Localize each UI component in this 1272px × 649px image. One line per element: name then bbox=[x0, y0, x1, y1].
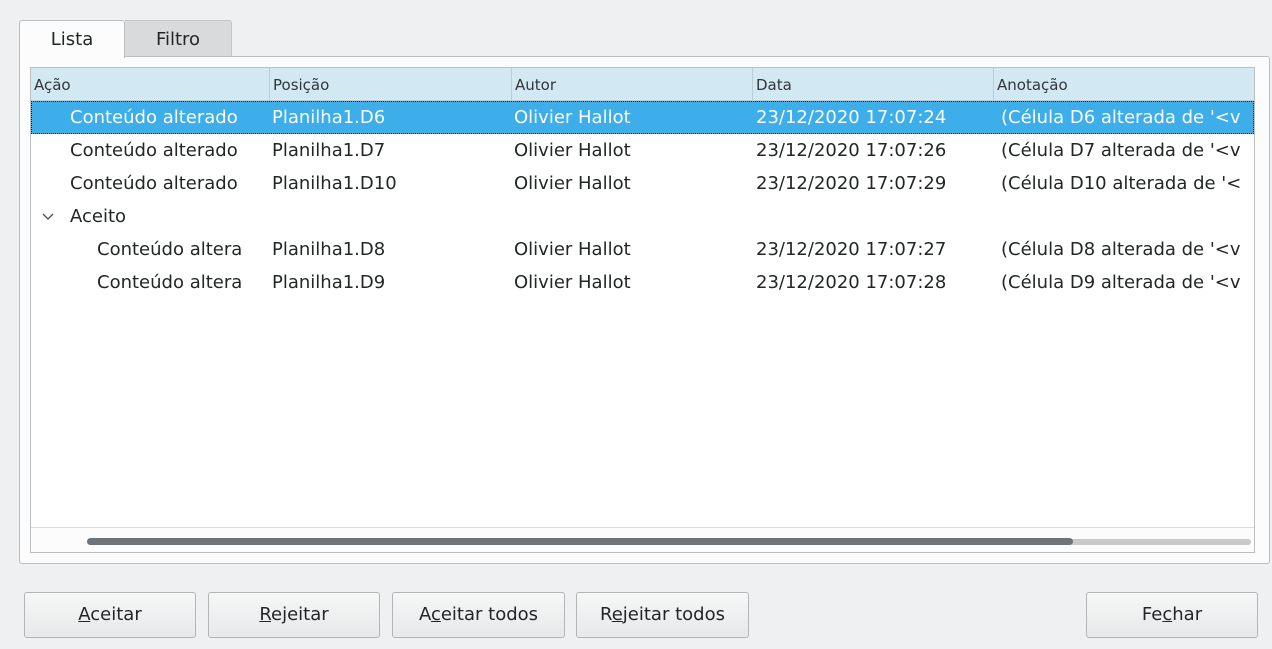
cell-action: Conteúdo altera bbox=[97, 239, 243, 260]
accept-label-rest: ceitar bbox=[90, 604, 142, 625]
cell-author: Olivier Hallot bbox=[514, 239, 631, 260]
table-row[interactable]: Conteúdo alterado Planilha1.D6 Olivier H… bbox=[31, 101, 1254, 134]
horizontal-scrollbar[interactable] bbox=[31, 527, 1254, 552]
tab-lista[interactable]: Lista bbox=[19, 20, 125, 58]
cell-position: Planilha1.D10 bbox=[272, 173, 397, 194]
table-row[interactable]: Conteúdo alterado Planilha1.D7 Olivier H… bbox=[31, 134, 1254, 167]
cell-comment: (Célula D6 alterada de '<v bbox=[1001, 107, 1241, 128]
table-row[interactable]: Conteúdo altera Planilha1.D9 Olivier Hal… bbox=[31, 266, 1254, 299]
accept-button[interactable]: Aceitar bbox=[24, 592, 196, 638]
cell-author: Olivier Hallot bbox=[514, 272, 631, 293]
cell-action: Conteúdo alterado bbox=[70, 140, 238, 161]
cell-action: Conteúdo alterado bbox=[70, 107, 238, 128]
cell-action: Conteúdo alterado bbox=[70, 173, 238, 194]
close-button[interactable]: Fechar bbox=[1086, 592, 1258, 638]
column-header-posicao[interactable]: Posição bbox=[270, 68, 512, 100]
cell-comment: (Célula D8 alterada de '<v bbox=[1001, 239, 1241, 260]
group-label: Aceito bbox=[70, 206, 127, 227]
reject-all-button[interactable]: Rejeitar todos bbox=[576, 592, 749, 638]
cell-position: Planilha1.D8 bbox=[272, 239, 386, 260]
reject-label-rest: ejeitar bbox=[271, 604, 329, 625]
column-header-acao[interactable]: Ação bbox=[31, 68, 270, 100]
tab-page-lista: Ação Posição Autor Data Anotação Conteúd… bbox=[19, 56, 1270, 564]
reject-all-label-rest: jeitar todos bbox=[622, 604, 725, 625]
cell-date: 23/12/2020 17:07:26 bbox=[756, 140, 947, 161]
cell-comment: (Célula D9 alterada de '<v bbox=[1001, 272, 1241, 293]
table-row[interactable]: Conteúdo alterado Planilha1.D10 Olivier … bbox=[31, 167, 1254, 200]
accept-all-label-rest: eitar todos bbox=[440, 604, 539, 625]
column-header-autor[interactable]: Autor bbox=[512, 68, 753, 100]
cell-position: Planilha1.D6 bbox=[272, 107, 386, 128]
changes-list[interactable]: Ação Posição Autor Data Anotação Conteúd… bbox=[30, 67, 1255, 553]
close-mnemonic: c bbox=[1162, 604, 1173, 625]
scrollbar-thumb[interactable] bbox=[87, 538, 1073, 545]
cell-action: Conteúdo altera bbox=[97, 272, 243, 293]
cell-author: Olivier Hallot bbox=[514, 173, 631, 194]
cell-comment: (Célula D10 alterada de '< bbox=[1001, 173, 1242, 194]
cell-author: Olivier Hallot bbox=[514, 107, 631, 128]
cell-position: Planilha1.D7 bbox=[272, 140, 386, 161]
reject-mnemonic: R bbox=[259, 604, 272, 625]
tree-group-aceito[interactable]: Aceito bbox=[31, 200, 1254, 233]
accept-all-mnemonic: c bbox=[430, 604, 441, 625]
cell-date: 23/12/2020 17:07:27 bbox=[756, 239, 947, 260]
reject-button[interactable]: Rejeitar bbox=[208, 592, 380, 638]
reject-all-mnemonic: e bbox=[611, 604, 623, 625]
cell-position: Planilha1.D9 bbox=[272, 272, 386, 293]
tab-filtro[interactable]: Filtro bbox=[125, 20, 232, 57]
accept-mnemonic: A bbox=[78, 604, 91, 625]
manage-changes-dialog: Lista Filtro Ação Posição Autor Data Ano… bbox=[0, 0, 1272, 649]
cell-author: Olivier Hallot bbox=[514, 140, 631, 161]
cell-date: 23/12/2020 17:07:29 bbox=[756, 173, 947, 194]
chevron-down-icon[interactable] bbox=[41, 200, 57, 233]
table-row[interactable]: Conteúdo altera Planilha1.D8 Olivier Hal… bbox=[31, 233, 1254, 266]
accept-all-button[interactable]: Aceitar todos bbox=[392, 592, 565, 638]
cell-date: 23/12/2020 17:07:24 bbox=[756, 107, 947, 128]
column-header-data[interactable]: Data bbox=[753, 68, 994, 100]
tab-bar: Lista Filtro bbox=[19, 20, 232, 58]
list-header: Ação Posição Autor Data Anotação bbox=[31, 68, 1254, 101]
column-header-anotacao[interactable]: Anotação bbox=[994, 68, 1254, 100]
close-label-pre: Fe bbox=[1141, 604, 1163, 625]
cell-comment: (Célula D7 alterada de '<v bbox=[1001, 140, 1241, 161]
cell-date: 23/12/2020 17:07:28 bbox=[756, 272, 947, 293]
close-label-rest: har bbox=[1172, 604, 1203, 625]
reject-all-label-pre: R bbox=[600, 604, 612, 625]
accept-all-label-pre: A bbox=[418, 604, 431, 625]
